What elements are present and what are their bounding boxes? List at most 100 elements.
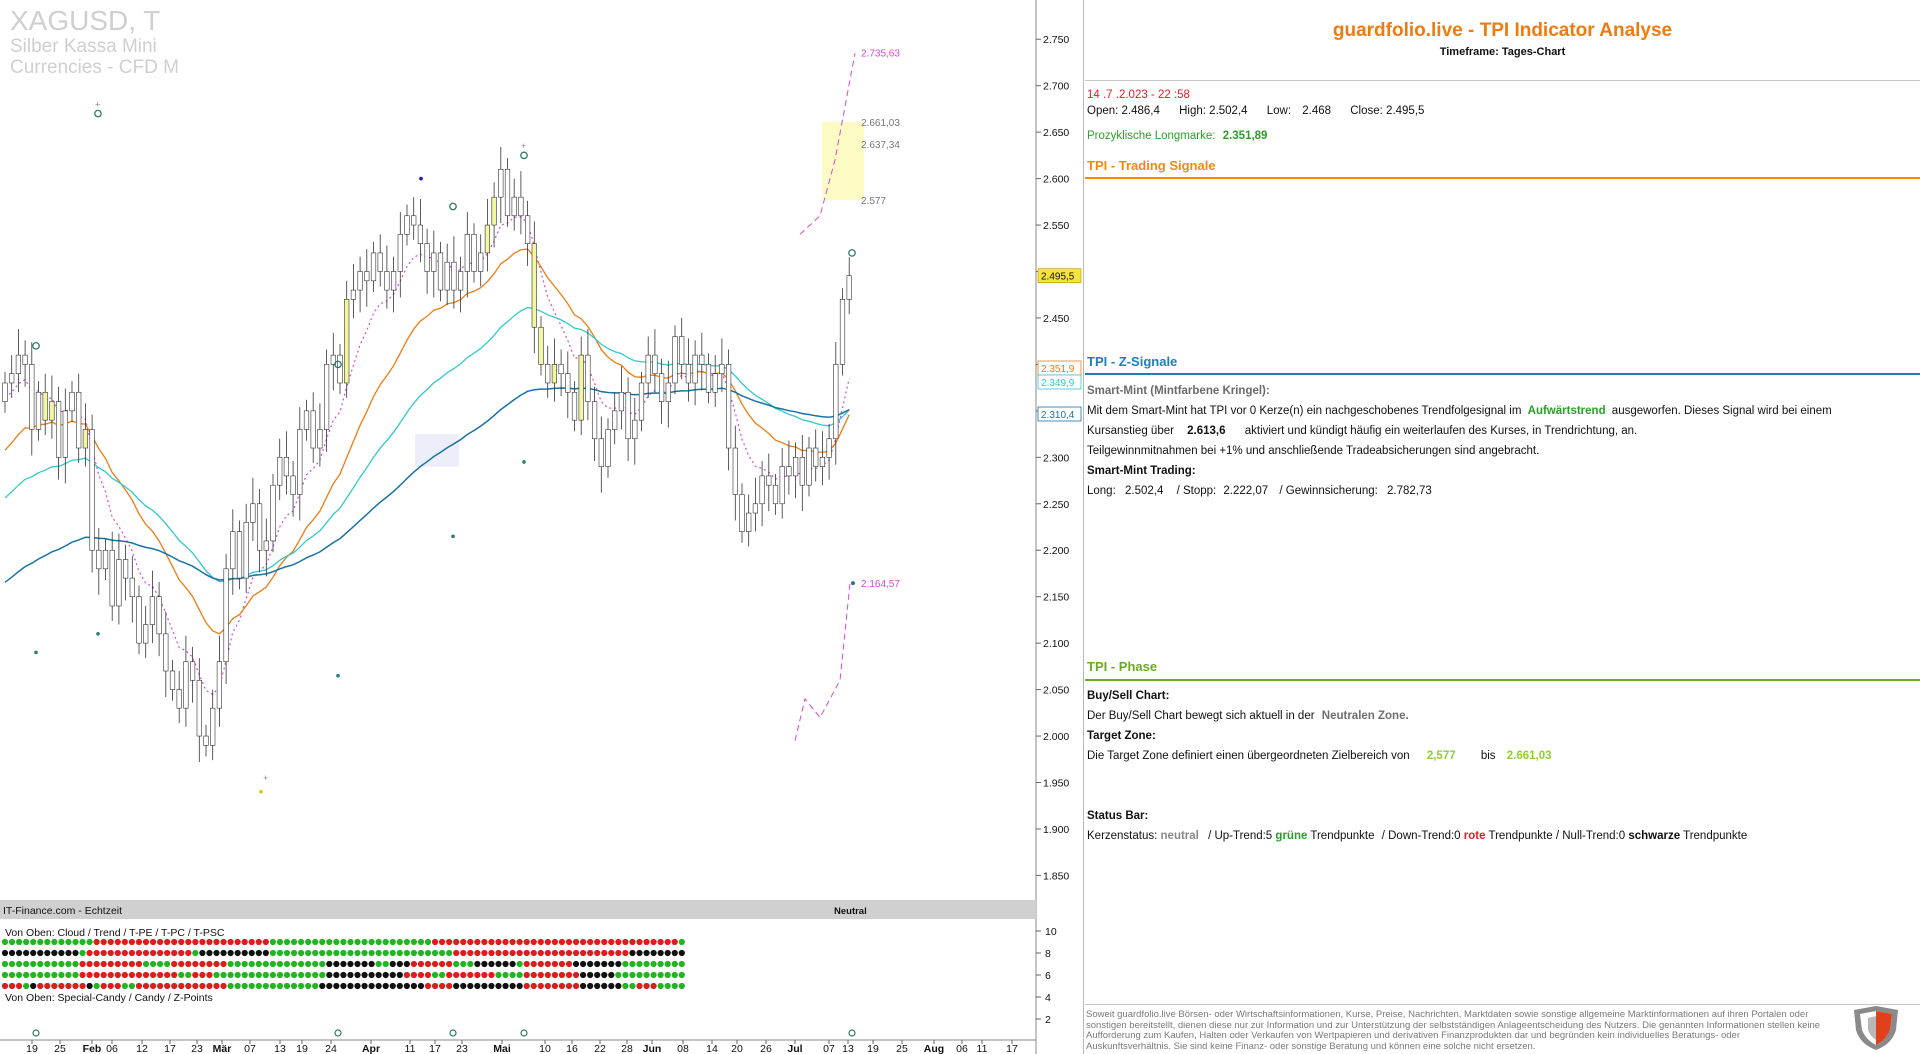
candle: [411, 215, 417, 226]
trend-dot: [269, 982, 276, 990]
candle: [605, 429, 611, 467]
target-line: Die Target Zone definiert einen übergeor…: [1087, 750, 1552, 762]
trend-dot: [269, 971, 276, 979]
smart-mint-p3: Teilgewinnmitnahmen bei +1% und anschlie…: [1087, 445, 1540, 457]
trend-dot: [446, 982, 453, 990]
trend-dot: [248, 982, 255, 990]
trend-dot: [629, 938, 636, 946]
indicator-tick-label: 6: [1045, 970, 1051, 982]
trend-dot: [135, 982, 143, 990]
trend-dot: [629, 971, 636, 979]
trend-dot: [58, 960, 65, 968]
y-tick-label: 2.750: [1043, 34, 1069, 46]
y-tick-label: 2.650: [1043, 127, 1069, 139]
trend-dot: [276, 982, 284, 990]
x-tick-label: 07: [244, 1043, 256, 1054]
trend-dot: [467, 971, 474, 979]
candle: [216, 661, 223, 709]
trend-dot: [537, 938, 544, 946]
x-tick-label: Apr: [362, 1043, 380, 1054]
z-point-dot: [259, 789, 263, 794]
source-label: IT-Finance.com - Echtzeit: [3, 905, 122, 917]
trend-dot: [615, 960, 622, 968]
trend-dot: [671, 949, 678, 957]
y-axis: 2.7502.7002.6502.6002.5502.5002.4502.400…: [1036, 34, 1069, 882]
candle: [390, 271, 397, 291]
trend-dot: [312, 938, 319, 946]
trend-dot: [23, 982, 30, 990]
candle: [746, 512, 752, 532]
trend-dot: [544, 960, 551, 968]
low-label: Low:: [1266, 105, 1292, 117]
candle: [15, 354, 22, 375]
candle: [645, 354, 651, 384]
buysell-heading: Buy/Sell Chart:: [1087, 690, 1170, 702]
candle: [739, 494, 745, 532]
trend-dot: [608, 960, 615, 968]
trend-dot: [149, 982, 157, 990]
trend-dot: [417, 982, 425, 990]
candle: [545, 364, 551, 384]
candle: [337, 354, 343, 384]
trend-dot: [164, 938, 171, 946]
trend-dot: [298, 938, 305, 946]
trend-dot: [636, 971, 643, 979]
candle: [538, 326, 544, 365]
x-tick-label: 19: [296, 1043, 308, 1054]
trend-dot: [16, 982, 23, 990]
candle: [571, 391, 578, 421]
trend-dot: [347, 960, 354, 968]
y-tick-label: 1.900: [1043, 824, 1069, 836]
trend-dot: [537, 982, 544, 990]
z-point-dot: [96, 632, 100, 636]
trend-dot: [551, 982, 559, 990]
trend-dot: [354, 960, 361, 968]
trend-dot: [107, 938, 114, 946]
trend-dot: [340, 949, 347, 957]
trend-dot: [417, 938, 425, 946]
candle: [270, 484, 276, 542]
trend-dot: [44, 938, 51, 946]
trend-dot: [403, 949, 410, 957]
trend-dot: [171, 982, 178, 990]
trend-dot: [424, 982, 432, 990]
trend-dot: [149, 960, 157, 968]
trend-dot: [431, 938, 439, 946]
trend-dot: [305, 971, 312, 979]
trend-dot: [657, 960, 664, 968]
trend-dot: [495, 982, 502, 990]
trend-dot: [509, 938, 516, 946]
y-tick-label: 2.250: [1043, 499, 1069, 511]
datetime: 14 .7 .2.023 - 22 :58: [1087, 89, 1190, 101]
trend-dot: [431, 982, 439, 990]
trend-dot: [100, 949, 107, 957]
trend-dot: [37, 971, 44, 979]
candle: [364, 271, 370, 282]
z-point-dot: [336, 673, 340, 678]
trend-dot: [269, 960, 276, 968]
trend-dot: [572, 949, 580, 957]
market-name: Currencies - CFD M: [10, 57, 179, 78]
trend-dot: [671, 960, 678, 968]
trend-dot: [262, 971, 269, 979]
trend-dot: [72, 971, 79, 979]
price-chart[interactable]: + + + 2.735,63 2.661,03 2.637,34 2.577 2.164,5…: [0, 0, 1083, 1054]
trend-dot: [227, 960, 234, 968]
trend-dot: [467, 949, 474, 957]
trend-dot: [149, 938, 157, 946]
smart-mint-heading: Smart-Mint (Mintfarbene Kringel):: [1087, 385, 1270, 397]
trend-dot: [516, 960, 523, 968]
candle: [638, 382, 645, 421]
trend-dot: [347, 938, 354, 946]
trend-dot: [495, 949, 502, 957]
trend-dot: [44, 982, 51, 990]
trend-dot: [580, 982, 587, 990]
x-tick-label: 14: [706, 1043, 718, 1054]
trend-dot: [241, 971, 248, 979]
trend-dot: [565, 960, 573, 968]
trend-dot: [319, 982, 326, 990]
candle: [323, 364, 330, 430]
trend-dot: [615, 949, 622, 957]
trend-dot: [657, 938, 664, 946]
trend-dot: [453, 960, 460, 968]
